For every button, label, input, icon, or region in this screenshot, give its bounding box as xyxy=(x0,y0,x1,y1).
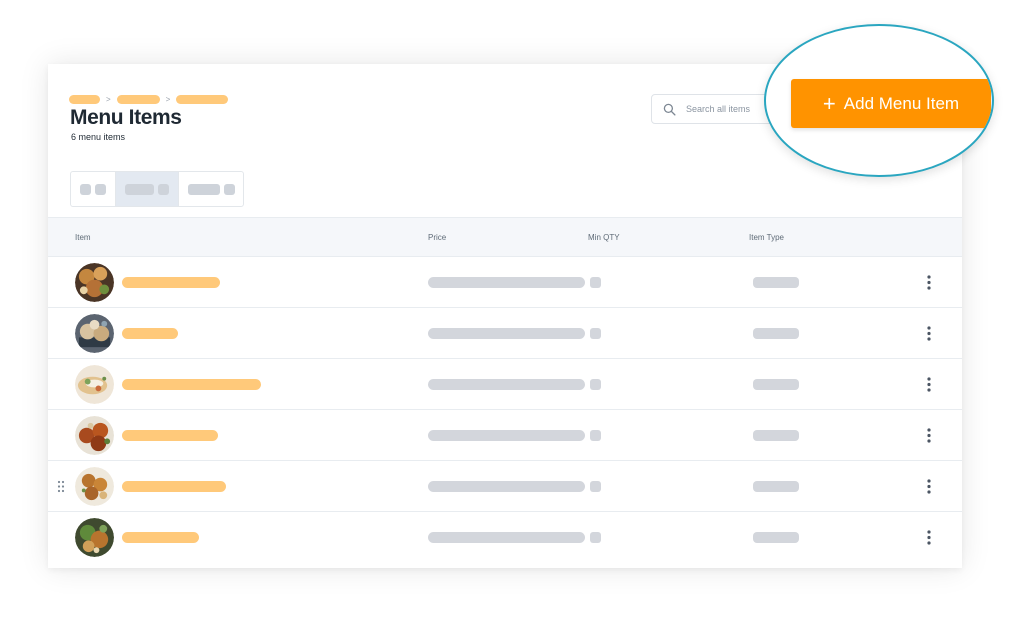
food-thumbnail xyxy=(75,314,114,353)
item-type-placeholder xyxy=(753,532,799,543)
item-type-placeholder xyxy=(753,328,799,339)
food-thumbnail xyxy=(75,518,114,557)
table-row[interactable] xyxy=(48,410,962,461)
price-placeholder xyxy=(428,430,585,441)
item-name-placeholder xyxy=(122,277,220,288)
min-qty-placeholder xyxy=(590,328,601,339)
more-options-icon[interactable] xyxy=(923,478,935,495)
more-options-icon[interactable] xyxy=(923,529,935,546)
min-qty-placeholder xyxy=(590,379,601,390)
food-thumbnail xyxy=(75,416,114,455)
min-qty-placeholder xyxy=(590,277,601,288)
page-title: Menu Items xyxy=(70,106,182,129)
min-qty-placeholder xyxy=(590,430,601,441)
breadcrumb-item[interactable] xyxy=(69,95,100,104)
min-qty-placeholder xyxy=(590,481,601,492)
breadcrumb-separator-icon: > xyxy=(165,95,171,104)
view-toggle-option[interactable] xyxy=(71,172,115,206)
item-type-placeholder xyxy=(753,379,799,390)
add-menu-item-button[interactable]: + Add Menu Item xyxy=(791,79,991,128)
view-toggle-option[interactable] xyxy=(178,172,243,206)
item-name-placeholder xyxy=(122,379,261,390)
item-name-placeholder xyxy=(122,481,226,492)
breadcrumb: > > xyxy=(69,95,229,104)
search-icon xyxy=(663,103,676,116)
price-placeholder xyxy=(428,277,585,288)
search-box[interactable] xyxy=(651,94,781,124)
price-placeholder xyxy=(428,379,585,390)
breadcrumb-item[interactable] xyxy=(176,95,229,104)
price-placeholder xyxy=(428,532,585,543)
drag-handle-icon[interactable] xyxy=(56,479,66,494)
more-options-icon[interactable] xyxy=(923,325,935,342)
food-thumbnail xyxy=(75,263,114,302)
min-qty-placeholder xyxy=(590,532,601,543)
item-type-placeholder xyxy=(753,277,799,288)
item-name-placeholder xyxy=(122,430,218,441)
table-row[interactable] xyxy=(48,257,962,308)
table-row[interactable] xyxy=(48,461,962,512)
item-type-placeholder xyxy=(753,430,799,441)
column-header-item[interactable]: Item xyxy=(75,233,91,242)
food-thumbnail xyxy=(75,365,114,404)
plus-icon: + xyxy=(822,90,836,116)
breadcrumb-item[interactable] xyxy=(116,95,160,104)
breadcrumb-separator-icon: > xyxy=(106,95,111,104)
column-header-min-qty[interactable]: Min QTY xyxy=(588,233,620,242)
more-options-icon[interactable] xyxy=(923,274,935,291)
item-name-placeholder xyxy=(122,532,199,543)
view-toggle-option-active[interactable] xyxy=(115,172,178,206)
item-count: 6 menu items xyxy=(71,132,126,142)
add-menu-item-label: Add Menu Item xyxy=(843,93,960,113)
view-toggle xyxy=(70,171,244,207)
table-row[interactable] xyxy=(48,512,962,563)
table-header: Item Price Min QTY Item Type xyxy=(48,217,962,257)
column-header-price[interactable]: Price xyxy=(428,233,446,242)
column-header-item-type[interactable]: Item Type xyxy=(749,233,784,242)
price-placeholder xyxy=(428,481,585,492)
item-name-placeholder xyxy=(122,328,178,339)
more-options-icon[interactable] xyxy=(923,376,935,393)
table-row[interactable] xyxy=(48,308,962,359)
price-placeholder xyxy=(428,328,585,339)
table-row[interactable] xyxy=(48,359,962,410)
food-thumbnail xyxy=(75,467,114,506)
item-type-placeholder xyxy=(753,481,799,492)
more-options-icon[interactable] xyxy=(923,427,935,444)
highlight-callout: + Add Menu Item xyxy=(764,24,994,177)
